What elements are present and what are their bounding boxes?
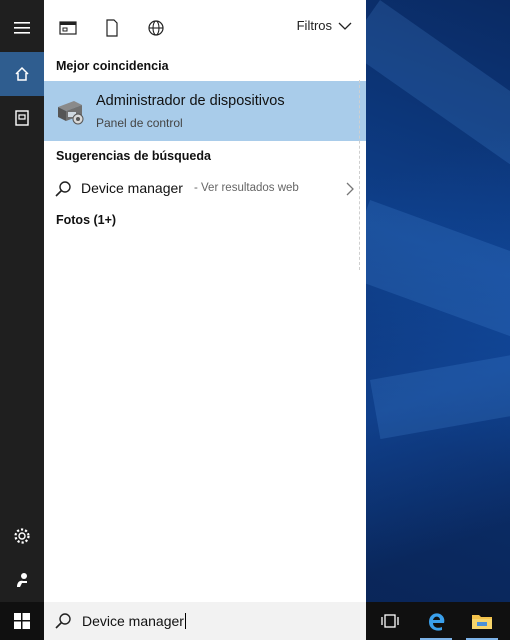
filters-dropdown[interactable]: Filtros — [297, 18, 352, 33]
taskbar-search-box[interactable]: Device manager — [44, 602, 366, 640]
search-icon — [55, 181, 71, 197]
suggestion-hint: - Ver resultados web — [194, 182, 299, 194]
best-match-result[interactable]: Administrador de dispositivos Panel de c… — [44, 81, 366, 141]
globe-icon — [148, 20, 164, 36]
documents-filter-button[interactable] — [102, 18, 122, 38]
start-rail — [0, 0, 44, 602]
wallpaper-light-beam — [370, 327, 510, 440]
best-match-title: Administrador de dispositivos — [96, 93, 285, 109]
suggestions-heading: Sugerencias de búsqueda — [56, 149, 211, 163]
settings-icon — [14, 528, 30, 544]
search-results-panel: Filtros Mejor coincidencia Administrador… — [44, 0, 366, 602]
wallpaper-light-beam — [342, 200, 510, 378]
document-icon — [106, 19, 118, 37]
start-button[interactable] — [0, 602, 44, 640]
filter-bar: Filtros — [44, 0, 366, 54]
best-match-subtitle: Panel de control — [96, 116, 183, 130]
hamburger-icon — [14, 22, 30, 34]
apps-filter-button[interactable] — [58, 18, 78, 38]
photos-heading[interactable]: Fotos (1+) — [56, 213, 116, 227]
feedback-icon — [17, 573, 27, 587]
home-button[interactable] — [0, 52, 44, 96]
home-icon — [15, 66, 29, 81]
chevron-right-icon — [346, 182, 354, 196]
filters-label: Filtros — [296, 18, 332, 33]
edge-button[interactable] — [414, 602, 458, 640]
wallpaper-light-beam — [345, 0, 510, 222]
edge-icon — [429, 613, 445, 631]
best-match-heading: Mejor coincidencia — [56, 59, 169, 73]
task-view-icon — [381, 614, 399, 628]
text-caret — [184, 613, 186, 629]
notebook-button[interactable] — [0, 96, 44, 140]
device-manager-icon — [58, 101, 84, 125]
web-filter-button[interactable] — [146, 18, 166, 38]
search-input-value: Device manager — [82, 613, 184, 629]
taskbar: Device manager — [0, 602, 510, 640]
notebook-icon — [15, 110, 29, 126]
feedback-button[interactable] — [0, 558, 44, 602]
search-icon — [55, 613, 71, 629]
start-icon — [14, 613, 30, 629]
search-input[interactable]: Device manager — [82, 613, 186, 629]
settings-button[interactable] — [0, 514, 44, 558]
suggestion-query: Device manager — [81, 180, 183, 196]
file-explorer-button[interactable] — [460, 602, 504, 640]
file-explorer-icon — [472, 615, 492, 629]
task-view-button[interactable] — [368, 602, 412, 640]
scrollbar[interactable] — [355, 80, 360, 270]
chevron-down-icon — [338, 22, 352, 30]
web-suggestion-item[interactable]: Device manager - Ver resultados web — [44, 174, 366, 204]
apps-grid-icon — [59, 21, 77, 35]
hamburger-menu-button[interactable] — [0, 6, 44, 50]
